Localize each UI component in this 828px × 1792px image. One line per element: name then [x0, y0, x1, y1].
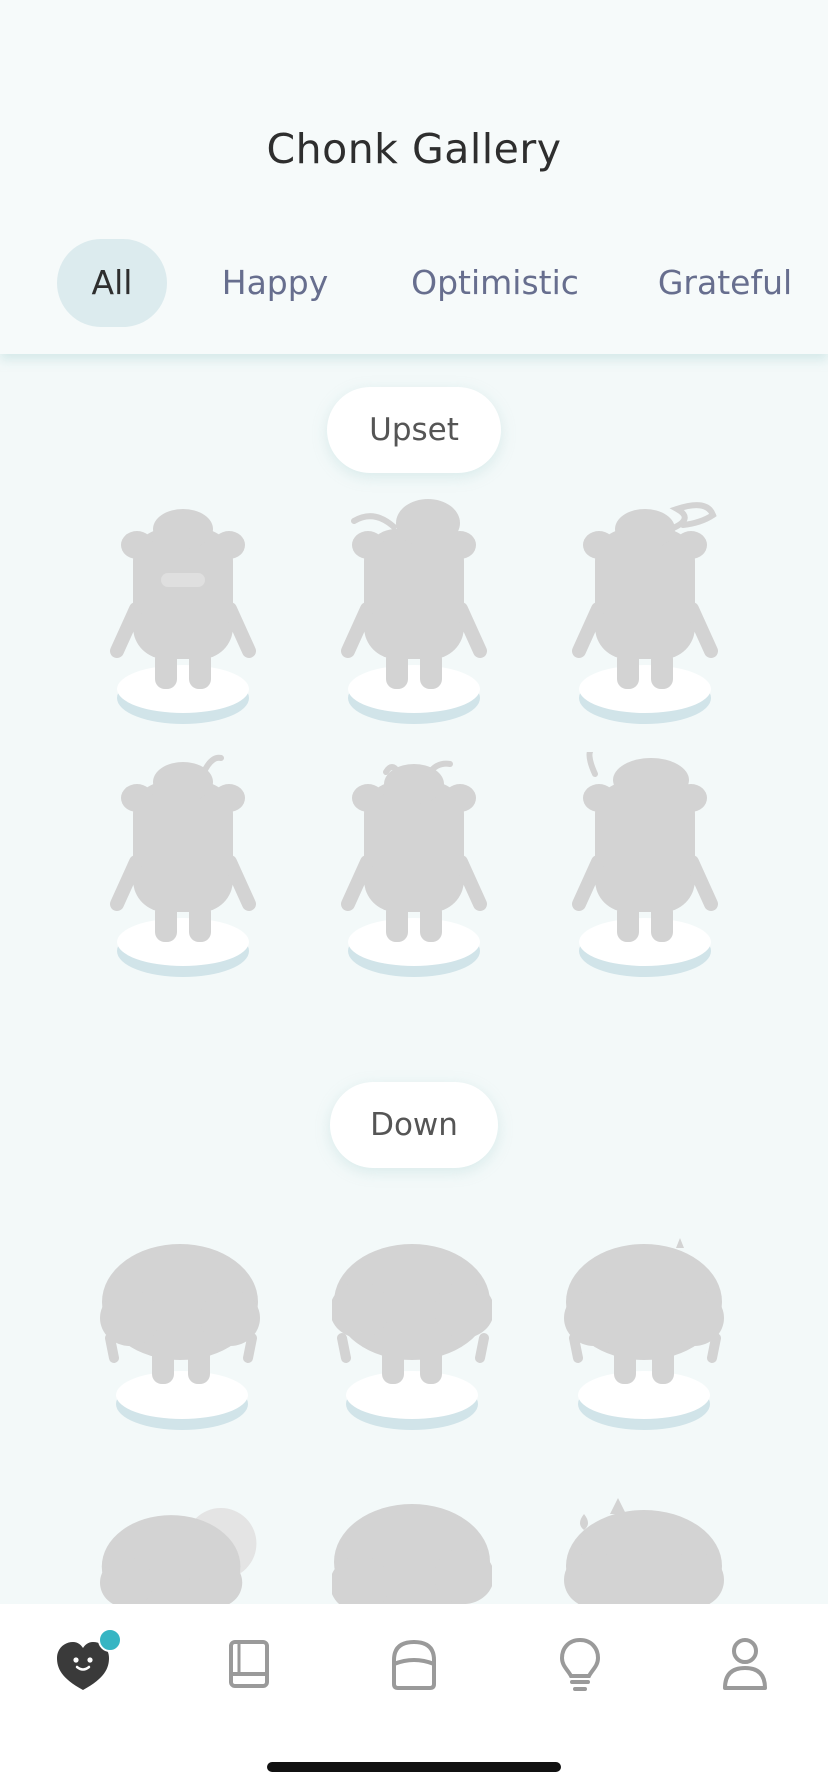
locked-chonk-down-3[interactable] [564, 1234, 724, 1474]
tab-chonk[interactable] [374, 1634, 454, 1694]
locked-chonk-down-2[interactable] [332, 1234, 492, 1474]
notification-badge [98, 1628, 122, 1652]
gallery-header: Chonk Gallery All Happy Optimistic Grate… [0, 0, 828, 354]
locked-chonk-upset-2[interactable] [334, 499, 494, 739]
tab-happy[interactable]: Happy [210, 239, 340, 327]
locked-chonk-upset-3[interactable] [565, 499, 725, 739]
locked-chonk-down-1[interactable] [100, 1234, 260, 1474]
chonk-gallery-list[interactable]: Upset Down [0, 354, 828, 1604]
tab-insights[interactable] [540, 1634, 620, 1694]
tab-home[interactable] [43, 1628, 123, 1694]
locked-chonk-upset-6[interactable] [565, 752, 725, 992]
dome-icon [392, 1639, 436, 1690]
locked-chonk-upset-4[interactable] [103, 752, 263, 992]
book-icon [229, 1640, 269, 1688]
locked-chonk-upset-1[interactable] [103, 499, 263, 739]
emotion-tab-bar: All Happy Optimistic Grateful [0, 239, 828, 329]
locked-chonk-upset-5[interactable] [334, 752, 494, 992]
locked-chonk-down-4[interactable] [100, 1484, 260, 1604]
home-indicator[interactable] [267, 1762, 561, 1772]
profile-icon [723, 1638, 767, 1690]
tab-profile[interactable] [705, 1634, 785, 1694]
tab-all[interactable]: All [57, 239, 167, 327]
section-label-upset: Upset [327, 387, 501, 473]
section-label-down: Down [330, 1082, 498, 1168]
locked-chonk-down-6[interactable] [564, 1484, 724, 1604]
tab-journal[interactable] [209, 1634, 289, 1694]
tab-optimistic[interactable]: Optimistic [405, 239, 585, 327]
tab-grateful[interactable]: Grateful [650, 239, 800, 327]
locked-chonk-down-5[interactable] [332, 1484, 492, 1604]
lightbulb-icon [559, 1637, 601, 1691]
page-title: Chonk Gallery [266, 125, 562, 173]
